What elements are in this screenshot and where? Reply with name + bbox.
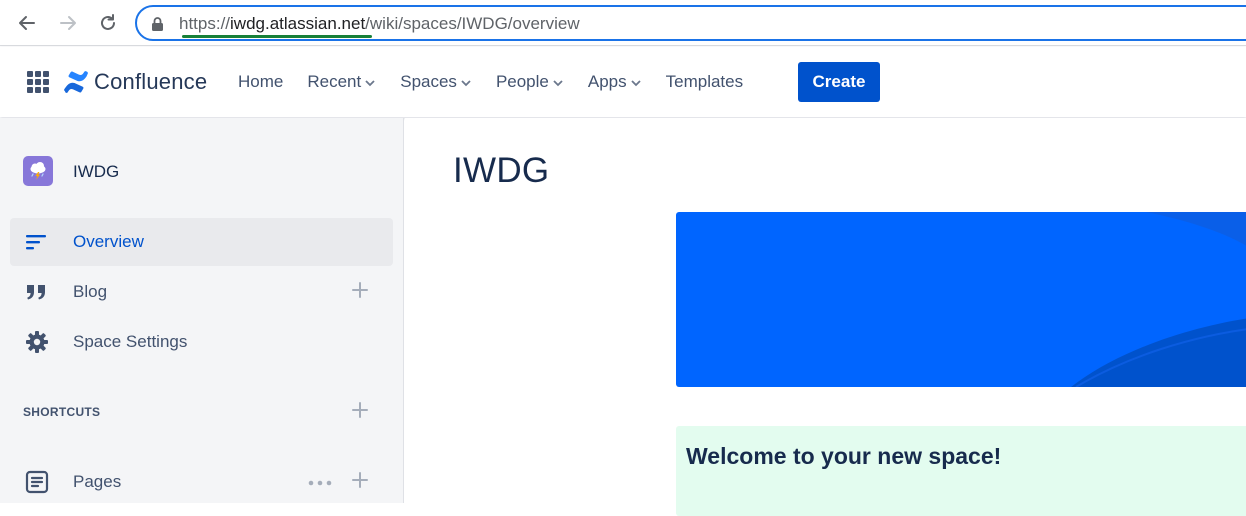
- app-name: Confluence: [94, 69, 208, 94]
- header-banner: [676, 212, 1246, 387]
- sidebar-item-label: Overview: [73, 232, 144, 251]
- confluence-logo[interactable]: Confluence: [64, 69, 207, 95]
- sidebar-item-label: Blog: [73, 282, 108, 301]
- nav-people-label: People: [495, 72, 549, 91]
- primary-nav: Home Recent Spaces People Apps Templates: [238, 47, 767, 117]
- add-shortcut-icon[interactable]: [350, 400, 370, 420]
- sidebar-item-label: Space Settings: [73, 332, 188, 351]
- more-actions-icon[interactable]: [308, 480, 332, 486]
- add-page-icon[interactable]: [350, 470, 370, 490]
- nav-recent-label: Recent: [307, 72, 362, 91]
- create-button[interactable]: Create: [798, 62, 880, 102]
- sidebar-item-overview[interactable]: Overview: [10, 218, 393, 266]
- nav-spaces[interactable]: Spaces: [400, 72, 472, 92]
- gear-icon: [24, 330, 50, 354]
- nav-home[interactable]: Home: [238, 72, 283, 92]
- sidebar-item-pages[interactable]: Pages: [10, 458, 393, 506]
- main-content: IWDG Welcome to your new space!: [405, 118, 1246, 516]
- overview-icon: [24, 230, 50, 254]
- nav-apps[interactable]: Apps: [588, 72, 642, 92]
- url-path: /wiki/spaces/IWDG/overview: [365, 14, 580, 33]
- arrow-right-icon: [60, 16, 76, 30]
- shortcuts-heading: SHORTCUTS: [23, 405, 101, 419]
- sidebar-item-label: Pages: [73, 472, 122, 491]
- app-switcher-icon[interactable]: [27, 71, 49, 93]
- banner-wave-graphic: [1071, 212, 1246, 387]
- space-name[interactable]: IWDG: [73, 162, 119, 182]
- space-sidebar: IWDG Overview Blog Space Settings SHORTC…: [0, 118, 404, 503]
- url-scheme: https://: [179, 14, 231, 33]
- pages-icon: [24, 470, 50, 494]
- page-title: IWDG: [453, 151, 550, 190]
- quote-icon: [24, 280, 50, 304]
- address-bar[interactable]: https://iwdg.atlassian.net/wiki/spaces/I…: [135, 5, 1246, 41]
- confluence-logo-icon: [64, 71, 88, 93]
- lock-icon: [152, 17, 163, 31]
- reload-icon: [101, 14, 115, 30]
- url-highlight-underline: [182, 35, 372, 38]
- nav-spaces-label: Spaces: [400, 72, 457, 91]
- nav-templates-label: Templates: [665, 72, 744, 91]
- add-blog-post-icon[interactable]: [350, 280, 370, 300]
- arrow-left-icon: [19, 16, 35, 30]
- nav-recent[interactable]: Recent: [307, 72, 376, 92]
- chevron-down-icon: [630, 80, 641, 87]
- reload-button[interactable]: [95, 10, 121, 36]
- sidebar-item-space-settings[interactable]: Space Settings: [10, 318, 393, 366]
- chevron-down-icon: [553, 80, 563, 87]
- chevron-down-icon: [461, 80, 471, 87]
- chevron-down-icon: [365, 80, 375, 87]
- confluence-top-nav: Confluence Home Recent Spaces People App…: [0, 47, 1246, 117]
- url-text: https://iwdg.atlassian.net/wiki/spaces/I…: [179, 14, 580, 34]
- url-host: iwdg.atlassian.net: [230, 14, 366, 33]
- nav-apps-label: Apps: [587, 72, 627, 91]
- welcome-title: Welcome to your new space!: [686, 443, 1002, 469]
- forward-button[interactable]: [55, 10, 81, 36]
- nav-home-label: Home: [238, 72, 284, 91]
- back-button[interactable]: [14, 10, 40, 36]
- nav-templates[interactable]: Templates: [666, 72, 743, 92]
- browser-toolbar: https://iwdg.atlassian.net/wiki/spaces/I…: [0, 0, 1246, 46]
- sidebar-item-blog[interactable]: Blog: [10, 268, 393, 316]
- space-avatar[interactable]: [23, 156, 53, 186]
- nav-people[interactable]: People: [496, 72, 564, 92]
- storm-cloud-icon: [30, 162, 46, 180]
